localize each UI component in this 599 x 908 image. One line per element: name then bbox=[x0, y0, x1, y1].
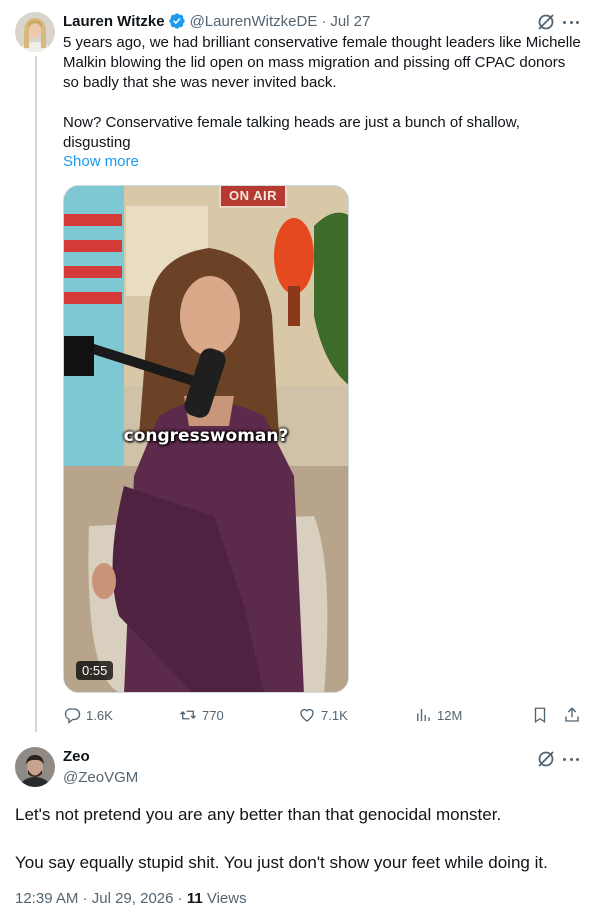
video-duration: 0:55 bbox=[76, 661, 114, 680]
reply-button[interactable]: 1.6K bbox=[63, 704, 113, 726]
tweet-date[interactable]: Jul 27 bbox=[330, 13, 370, 30]
tweet-header: Lauren Witzke @LaurenWitzkeDE · Jul 27 bbox=[63, 11, 370, 31]
video-caption: congresswoman? bbox=[123, 426, 289, 446]
views-icon bbox=[417, 709, 430, 721]
repost-button[interactable]: 770 bbox=[179, 704, 224, 726]
reply-author-avatar[interactable] bbox=[15, 747, 55, 787]
more-options-icon[interactable] bbox=[561, 12, 581, 32]
tweet-text: 5 years ago, we had brilliant conservati… bbox=[63, 34, 581, 151]
author-avatar[interactable] bbox=[15, 12, 55, 52]
show-more-link[interactable]: Show more bbox=[63, 153, 139, 170]
share-button[interactable] bbox=[563, 704, 586, 726]
reply-time[interactable]: 12:39 AM bbox=[15, 890, 78, 907]
reply-text: Let's not pretend you are any better tha… bbox=[15, 805, 548, 872]
like-icon bbox=[300, 708, 314, 722]
more-options-icon[interactable] bbox=[561, 749, 581, 769]
reply-tweet[interactable]: Zeo @ZeoVGM Let's not pretend you are an… bbox=[0, 740, 599, 908]
author-handle[interactable]: @LaurenWitzkeDE bbox=[190, 13, 318, 30]
reply-author-name[interactable]: Zeo bbox=[63, 748, 90, 765]
reply-author-handle[interactable]: @ZeoVGM bbox=[63, 769, 138, 786]
reply-icon bbox=[64, 708, 81, 724]
views-count: 12M bbox=[437, 707, 463, 723]
original-tweet[interactable]: Lauren Witzke @LaurenWitzkeDE · Jul 27 5… bbox=[0, 0, 599, 740]
reply-view-count: 11 bbox=[186, 890, 203, 907]
tweet-action-bar: 1.6K 770 7.1K 12M bbox=[63, 704, 585, 726]
like-count: 7.1K bbox=[321, 707, 348, 723]
share-icon bbox=[565, 707, 579, 722]
reply-count: 1.6K bbox=[86, 707, 113, 723]
video-player[interactable]: ON AIR congresswoman? 0:55 bbox=[63, 185, 349, 693]
bookmark-icon bbox=[534, 707, 546, 724]
on-air-sign: ON AIR bbox=[219, 186, 287, 208]
separator-dot: · bbox=[321, 12, 327, 30]
grok-icon[interactable] bbox=[536, 12, 556, 32]
author-name[interactable]: Lauren Witzke bbox=[63, 13, 165, 30]
views-button[interactable]: 12M bbox=[414, 704, 462, 726]
reply-views-label: Views bbox=[206, 890, 247, 907]
like-button[interactable]: 7.1K bbox=[298, 704, 348, 726]
grok-icon[interactable] bbox=[536, 749, 556, 769]
repost-icon bbox=[180, 710, 196, 720]
reply-date[interactable]: Jul 29, 2026 bbox=[92, 890, 174, 907]
verified-badge-icon bbox=[168, 12, 186, 30]
reply-metadata: 12:39 AM · Jul 29, 2026 · 11 Views bbox=[15, 890, 247, 907]
repost-count: 770 bbox=[202, 707, 224, 723]
bookmark-button[interactable] bbox=[531, 704, 554, 726]
